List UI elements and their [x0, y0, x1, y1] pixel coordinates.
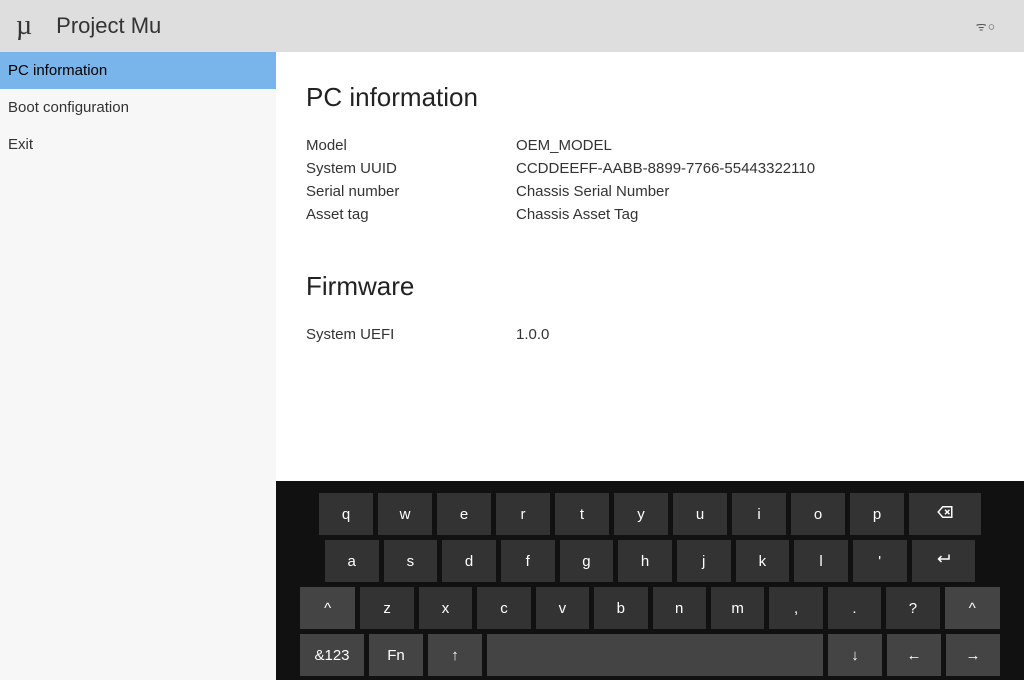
- key-e[interactable]: e: [437, 493, 491, 535]
- key-comma[interactable]: ,: [769, 587, 822, 629]
- sidebar-item-label: PC information: [8, 62, 107, 79]
- info-label-model: Model: [306, 137, 516, 154]
- key-y[interactable]: y: [614, 493, 668, 535]
- info-value-system-uuid: CCDDEEFF-AABB-8899-7766-55443322110: [516, 160, 994, 177]
- info-label-system-uefi: System UEFI: [306, 326, 516, 343]
- app-title: Project Mu: [56, 13, 161, 39]
- key-u[interactable]: u: [673, 493, 727, 535]
- app-header: µ Project Mu ᯤ○: [0, 0, 1024, 52]
- key-m[interactable]: m: [711, 587, 764, 629]
- key-p[interactable]: p: [850, 493, 904, 535]
- key-i[interactable]: i: [732, 493, 786, 535]
- key-b[interactable]: b: [594, 587, 647, 629]
- backspace-icon: [936, 503, 954, 525]
- key-up[interactable]: ↑: [428, 634, 482, 676]
- key-v[interactable]: v: [536, 587, 589, 629]
- section-title-firmware: Firmware: [306, 271, 994, 302]
- header-status-icons: ᯤ○: [976, 18, 996, 35]
- key-c[interactable]: c: [477, 587, 530, 629]
- key-backspace[interactable]: [909, 493, 981, 535]
- info-row: Asset tag Chassis Asset Tag: [306, 206, 994, 223]
- key-q[interactable]: q: [319, 493, 373, 535]
- key-z[interactable]: z: [360, 587, 413, 629]
- key-w[interactable]: w: [378, 493, 432, 535]
- key-o[interactable]: o: [791, 493, 845, 535]
- info-row: Serial number Chassis Serial Number: [306, 183, 994, 200]
- key-k[interactable]: k: [736, 540, 790, 582]
- key-down[interactable]: ↓: [828, 634, 882, 676]
- key-fn[interactable]: Fn: [369, 634, 423, 676]
- on-screen-keyboard: q w e r t y u i o p a s d: [276, 481, 1024, 680]
- key-f[interactable]: f: [501, 540, 555, 582]
- key-apostrophe[interactable]: ': [853, 540, 907, 582]
- key-a[interactable]: a: [325, 540, 379, 582]
- sidebar-item-label: Boot configuration: [8, 99, 129, 116]
- info-label-system-uuid: System UUID: [306, 160, 516, 177]
- key-j[interactable]: j: [677, 540, 731, 582]
- sidebar-item-exit[interactable]: Exit: [0, 126, 276, 163]
- info-label-serial-number: Serial number: [306, 183, 516, 200]
- info-value-system-uefi: 1.0.0: [516, 326, 994, 343]
- key-x[interactable]: x: [419, 587, 472, 629]
- key-d[interactable]: d: [442, 540, 496, 582]
- info-row: System UEFI 1.0.0: [306, 326, 994, 343]
- key-r[interactable]: r: [496, 493, 550, 535]
- key-h[interactable]: h: [618, 540, 672, 582]
- info-label-asset-tag: Asset tag: [306, 206, 516, 223]
- key-period[interactable]: .: [828, 587, 881, 629]
- key-t[interactable]: t: [555, 493, 609, 535]
- app-logo: µ: [16, 10, 32, 42]
- key-s[interactable]: s: [384, 540, 438, 582]
- sidebar-item-pc-information[interactable]: PC information: [0, 52, 276, 89]
- key-l[interactable]: l: [794, 540, 848, 582]
- key-n[interactable]: n: [653, 587, 706, 629]
- section-title-pc-information: PC information: [306, 82, 994, 113]
- sidebar-item-label: Exit: [8, 136, 33, 153]
- info-row: Model OEM_MODEL: [306, 137, 994, 154]
- sidebar-item-boot-configuration[interactable]: Boot configuration: [0, 89, 276, 126]
- key-shift-right[interactable]: ^: [945, 587, 1000, 629]
- info-value-asset-tag: Chassis Asset Tag: [516, 206, 994, 223]
- key-enter[interactable]: [912, 540, 976, 582]
- info-value-model: OEM_MODEL: [516, 137, 994, 154]
- key-left[interactable]: ←: [887, 634, 941, 676]
- info-value-serial-number: Chassis Serial Number: [516, 183, 994, 200]
- key-symbols[interactable]: &123: [300, 634, 364, 676]
- key-g[interactable]: g: [560, 540, 614, 582]
- enter-icon: [934, 550, 952, 572]
- sidebar: PC information Boot configuration Exit: [0, 52, 276, 680]
- main-content: PC information Model OEM_MODEL System UU…: [276, 52, 1024, 680]
- key-shift-left[interactable]: ^: [300, 587, 355, 629]
- key-space[interactable]: [487, 634, 823, 676]
- key-question[interactable]: ?: [886, 587, 939, 629]
- key-right[interactable]: →: [946, 634, 1000, 676]
- info-row: System UUID CCDDEEFF-AABB-8899-7766-5544…: [306, 160, 994, 177]
